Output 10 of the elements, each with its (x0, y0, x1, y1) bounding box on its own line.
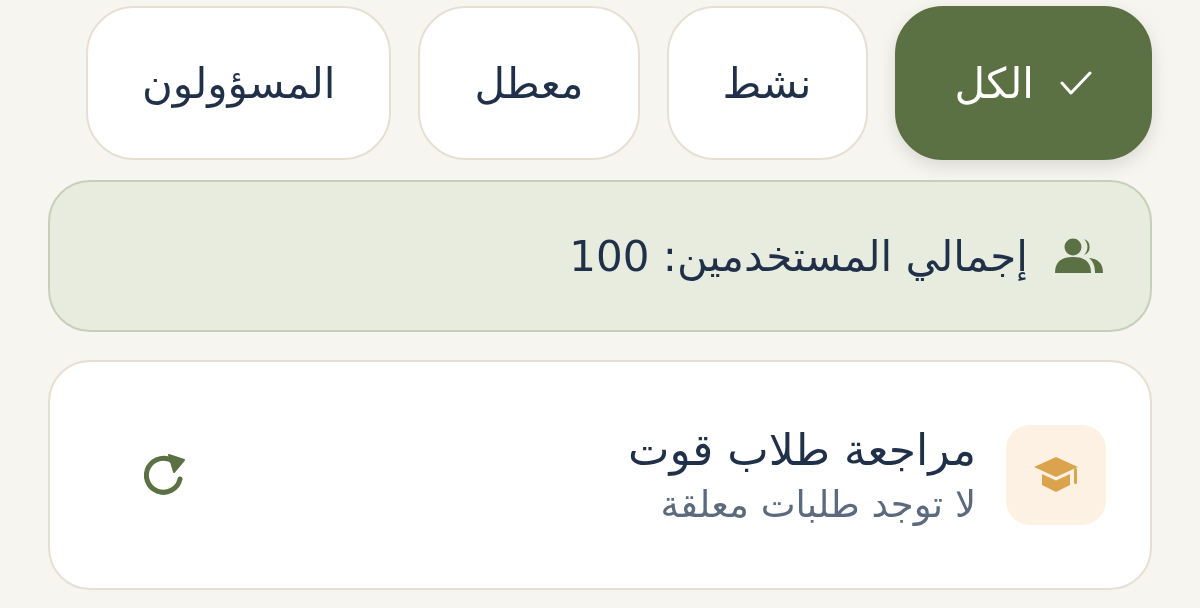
total-users-text: إجمالي المستخدمين: 100 (569, 231, 1028, 281)
checkmark-icon (1060, 70, 1092, 96)
card-title: مراجعة طلاب قوت (628, 424, 976, 475)
graduation-cap-icon (1006, 425, 1106, 525)
filter-chip[interactable]: معطل (418, 6, 640, 160)
users-icon (1054, 238, 1104, 274)
card-subtitle: لا توجد طلبات معلقة (660, 483, 976, 526)
filter-chip[interactable]: الكل (894, 6, 1152, 160)
filter-chip[interactable]: نشط (666, 6, 868, 160)
filter-chip[interactable]: المسؤولون (85, 6, 392, 160)
